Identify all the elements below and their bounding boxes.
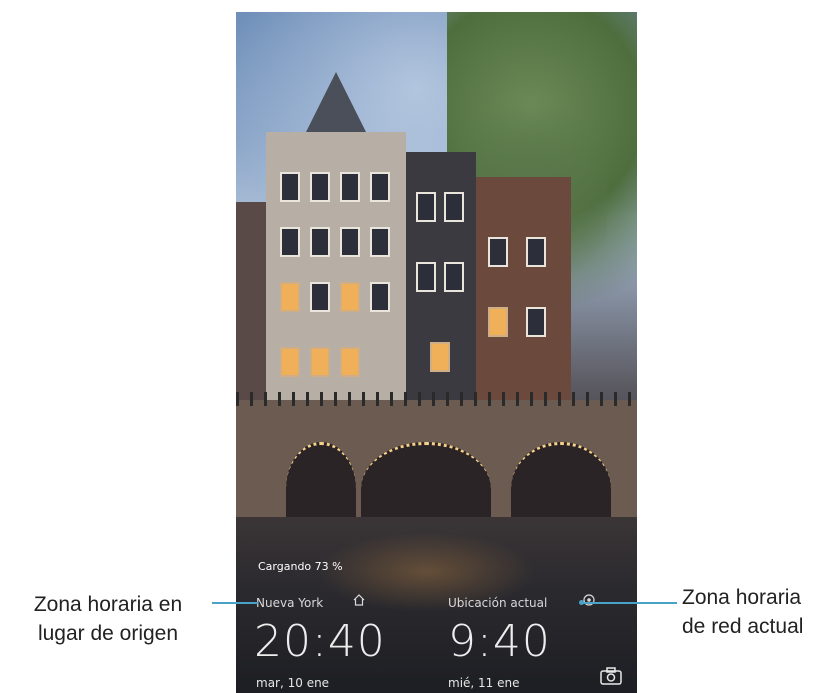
building-window xyxy=(430,342,450,372)
callout-line-left xyxy=(212,602,258,604)
wallpaper-tower-roof xyxy=(306,72,366,132)
building-window xyxy=(444,262,464,292)
wallpaper-building-dark xyxy=(406,152,476,412)
building-window xyxy=(488,237,508,267)
annotation-line: Zona horaria en xyxy=(33,593,183,616)
building-window xyxy=(416,262,436,292)
charging-status: Cargando 73 % xyxy=(258,560,343,573)
callout-dot xyxy=(579,600,584,605)
building-window xyxy=(340,172,360,202)
building-window xyxy=(488,307,508,337)
building-window xyxy=(340,347,360,377)
lock-screen: Cargando 73 % Nueva York Ubicación actua… xyxy=(236,12,637,693)
building-window xyxy=(310,227,330,257)
wallpaper-building-corner xyxy=(266,72,406,412)
wallpaper-bridge-railing xyxy=(236,392,637,406)
current-location-label: Ubicación actual xyxy=(448,596,548,610)
callout-line-right xyxy=(582,602,677,604)
building-window xyxy=(370,282,390,312)
current-time: 9:40 xyxy=(448,616,551,667)
annotation-home-timezone: Zona horaria en lugar de origen xyxy=(2,590,214,648)
home-icon xyxy=(353,594,365,606)
building-window xyxy=(340,282,360,312)
home-date: mar, 10 ene xyxy=(256,676,330,690)
building-window xyxy=(526,237,546,267)
building-window xyxy=(310,347,330,377)
camera-icon[interactable] xyxy=(600,667,622,685)
annotation-network-timezone: Zona horaria de red actual xyxy=(682,583,838,641)
annotation-line: lugar de origen xyxy=(37,622,179,645)
building-window xyxy=(280,282,300,312)
building-window xyxy=(526,307,546,337)
building-window xyxy=(416,192,436,222)
building-window xyxy=(310,282,330,312)
building-window xyxy=(280,227,300,257)
building-window xyxy=(370,172,390,202)
wallpaper-building-brick xyxy=(476,177,571,412)
building-window xyxy=(370,227,390,257)
building-window xyxy=(280,172,300,202)
current-date: mié, 11 ene xyxy=(448,676,520,690)
annotation-line: de red actual xyxy=(682,615,804,638)
location-icon xyxy=(583,594,595,606)
building-window xyxy=(444,192,464,222)
building-window xyxy=(340,227,360,257)
wallpaper-building-left xyxy=(236,202,268,412)
annotation-line: Zona horaria xyxy=(682,586,802,609)
home-city-label: Nueva York xyxy=(256,596,324,610)
building-window xyxy=(280,347,300,377)
building-window xyxy=(310,172,330,202)
home-time: 20:40 xyxy=(254,616,386,667)
